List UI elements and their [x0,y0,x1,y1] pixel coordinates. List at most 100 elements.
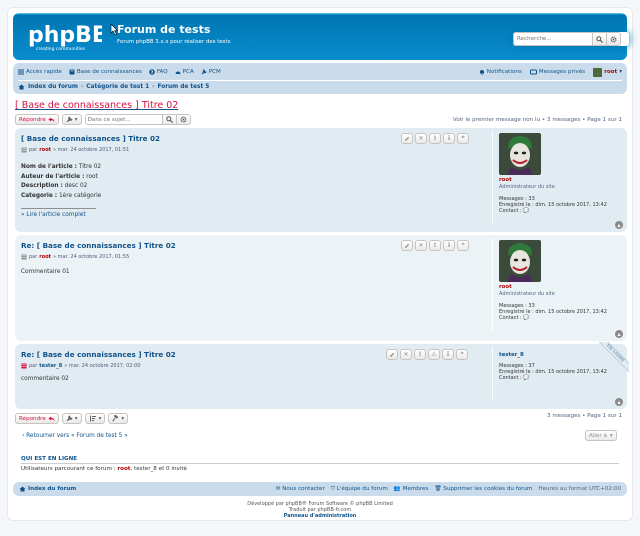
post-by: par [29,363,38,369]
post-author-line: par tester_8 » mar. 24 octobre 2017, 02:… [21,363,141,369]
profile-info: Messages : 37 Enregistré le : dim. 15 oc… [499,363,622,381]
site-logo[interactable]: phpBB creating communities [26,19,102,53]
edit-button[interactable] [386,349,398,360]
post-author[interactable]: tester_8 [39,363,62,369]
jump-to-dropdown[interactable]: Aller à ▾ [585,430,617,441]
profile-contact: Contact : 💬 [499,208,530,214]
topic-search-input[interactable] [84,114,163,125]
profile-info: Messages : 33 Enregistré le : dim. 15 oc… [499,196,622,214]
post-date: » mar. 24 octobre 2017, 01:51 [53,147,130,153]
post-author[interactable]: root [39,254,51,260]
delete-button[interactable]: ✕ [415,240,427,251]
user-avatar[interactable] [499,240,541,282]
report-button[interactable]: ! [414,349,426,360]
warn-button[interactable]: ⚠ [428,349,440,360]
info-button[interactable]: i [443,240,455,251]
breadcrumb-forum[interactable]: Forum de test 5 [157,84,209,90]
sort-button[interactable]: ▾ [84,413,106,424]
moderation-button[interactable]: ▾ [108,413,129,424]
article-name-row: Nom de l'article : Titre 02 [21,164,102,170]
topic-search-button[interactable] [162,114,177,125]
report-button[interactable]: ! [429,133,441,144]
who-is-online-text: Utilisateurs parcourant ce forum : root,… [21,466,187,472]
post-content: Commentaire 01 [21,269,70,275]
home-icon [19,486,26,492]
site-description: Forum phpBB 3.x.x pour réaliser des test… [117,39,231,45]
quote-button[interactable]: ❝ [457,240,469,251]
info-button[interactable]: i [442,349,454,360]
pagination-bottom[interactable]: 3 messages • Page 1 sur 1 [547,413,622,419]
bell-icon [479,70,484,75]
breadcrumb-home[interactable]: Index du forum [28,84,78,90]
delete-button[interactable]: ✕ [400,349,412,360]
pencil-icon [405,136,410,141]
faq-link[interactable]: ? FAQ [149,69,168,75]
online-user-root[interactable]: root [117,466,130,472]
contact-link[interactable]: ✉ Nous contacter [276,486,325,492]
search-icon [165,116,173,123]
members-link[interactable]: 👥 Membres [394,486,429,492]
info-icon: i [447,135,451,142]
topic-tools-button[interactable]: ▾ [61,114,82,125]
quote-icon: ❝ [460,351,464,358]
back-to-top-icon[interactable]: ▴ [615,221,623,229]
site-title[interactable]: Forum de tests [117,23,210,36]
speech-bubble-icon[interactable]: 💬 [523,315,529,321]
post-title[interactable]: [ Base de connaissances ] Titre 02 [21,134,160,143]
knowledge-base-link[interactable]: Base de connaissances [69,69,142,75]
read-more-link[interactable]: » Lire l'article complet [21,212,86,218]
header-search-input[interactable] [513,32,593,46]
profile-name[interactable]: root [499,177,622,183]
edit-button[interactable] [401,133,413,144]
user-menu[interactable]: root ▾ [593,67,622,77]
post-author[interactable]: root [39,147,51,153]
team-link[interactable]: ⛉ L'équipe du forum [331,486,388,493]
post-title[interactable]: Re: [ Base de connaissances ] Titre 02 [21,350,176,359]
quote-button[interactable]: ❝ [456,349,468,360]
reply-arrow-icon [48,117,55,122]
speech-bubble-icon[interactable]: 💬 [523,375,529,381]
footer-home-link[interactable]: Index du forum [19,486,76,492]
delete-cookies-link[interactable]: 🗑 Supprimer les cookies du forum [434,486,532,492]
user-avatar[interactable] [499,133,541,175]
joker-avatar-image [499,133,541,175]
profile-name[interactable]: tester_8 [499,352,622,358]
gear-icon [180,116,187,123]
header-search [513,32,629,46]
quote-button[interactable]: ❝ [457,133,469,144]
header-advanced-search-button[interactable] [607,32,621,46]
speech-bubble-icon[interactable]: 💬 [523,208,529,214]
header-search-button[interactable] [593,32,607,46]
edit-button[interactable] [401,240,413,251]
topic-tools-button[interactable]: ▾ [61,413,82,424]
return-to-forum-link[interactable]: ‹ Retourner vers « Forum de test 5 » [22,433,128,439]
topic-advanced-search-button[interactable] [176,114,191,125]
joker-avatar-image [499,240,541,282]
pcm-link[interactable]: PCM [201,69,221,75]
back-to-top-icon[interactable]: ▴ [615,330,623,338]
info-button[interactable]: i [443,133,455,144]
back-to-top-icon[interactable]: ▴ [615,398,623,406]
post-buttons: ✕ ! ⚠ i ❝ [386,349,468,360]
notifications-link[interactable]: Notifications [479,69,522,75]
topic-title[interactable]: [ Base de connaissances ] Titre 02 [15,100,178,111]
site-header: phpBB creating communities Forum de test… [13,13,629,60]
quick-access-menu[interactable]: Accès rapide [18,69,62,75]
reply-button[interactable]: Répondre [15,114,59,125]
knowledge-base-label: Base de connaissances [76,69,142,75]
delete-button[interactable]: ✕ [415,133,427,144]
admin-panel-link[interactable]: Panneau d'administration [8,513,632,519]
copyright: Développé par phpBB® Forum Software © ph… [8,501,632,519]
caret-down-icon: ▾ [98,415,102,422]
pca-link[interactable]: PCA [175,69,194,75]
gavel-icon [112,415,119,422]
profile-name[interactable]: root [499,284,622,290]
post-title[interactable]: Re: [ Base de connaissances ] Titre 02 [21,241,176,250]
pagination-top[interactable]: Voir le premier message non lu • 3 messa… [453,117,622,123]
post-3: EN LIGNE Re: [ Base de connaissances ] T… [15,342,629,409]
breadcrumb-category[interactable]: Catégorie de test 1 [86,84,149,90]
page-wrap: phpBB creating communities Forum de test… [7,7,633,521]
report-button[interactable]: ! [429,240,441,251]
reply-button[interactable]: Répondre [15,413,59,424]
private-messages-link[interactable]: Messages privés [529,69,585,75]
